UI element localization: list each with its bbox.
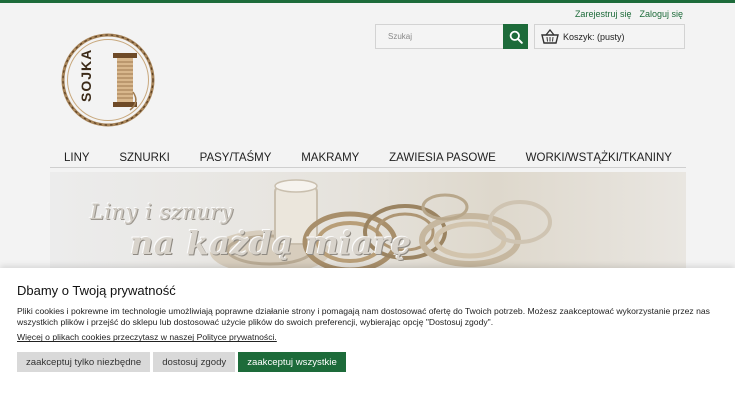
- nav-item-sznurki[interactable]: SZNURKI: [119, 152, 169, 164]
- cookie-consent-panel: Dbamy o Twoją prywatność Pliki cookies i…: [0, 268, 735, 413]
- logo-wordmark: SOJKA: [78, 48, 94, 102]
- cart-label: Koszyk: (pusty): [563, 31, 625, 42]
- search-icon: [509, 30, 523, 44]
- basket-icon: [541, 29, 559, 44]
- cookie-description: Pliki cookies i pokrewne im technologie …: [17, 306, 710, 327]
- nav-item-liny[interactable]: LINY: [64, 152, 90, 164]
- cookie-title: Dbamy o Twoją prywatność: [17, 283, 176, 298]
- customize-consent-button[interactable]: dostosuj zgody: [153, 352, 236, 373]
- nav-item-worki-wstazki-tkaniny[interactable]: WORKI/WSTĄŻKI/TKANINY: [526, 152, 672, 164]
- nav-item-makramy[interactable]: MAKRAMY: [301, 152, 359, 164]
- rope-spool-logo-icon: [61, 33, 155, 127]
- hero-banner[interactable]: Liny i sznury na każdą miarę: [50, 172, 686, 268]
- accept-necessary-button[interactable]: zaakceptuj tylko niezbędne: [17, 352, 151, 373]
- cookie-buttons: zaakceptuj tylko niezbędne dostosuj zgod…: [17, 352, 718, 373]
- nav-item-zawiesia-pasowe[interactable]: ZAWIESIA PASOWE: [389, 152, 496, 164]
- banner-headline-line2: na każdą miarę: [130, 224, 412, 262]
- banner-headline-line1: Liny i sznury: [90, 200, 234, 224]
- site-logo[interactable]: SOJKA: [60, 32, 156, 128]
- accept-all-button[interactable]: zaakceptuj wszystkie: [238, 352, 346, 373]
- login-link[interactable]: Zaloguj się: [639, 9, 683, 19]
- search-box: [375, 24, 528, 49]
- page: Zarejestruj się Zaloguj się SOJKA Szukaj…: [0, 0, 735, 413]
- register-link[interactable]: Zarejestruj się: [575, 9, 632, 19]
- top-accent-stripe: [0, 0, 735, 3]
- search-input[interactable]: [375, 24, 503, 49]
- account-links: Zarejestruj się Zaloguj się: [575, 9, 683, 19]
- cart-button[interactable]: Koszyk: (pusty): [534, 24, 685, 49]
- search-button[interactable]: [503, 24, 528, 49]
- main-nav: LINY SZNURKI PASY/TAŚMY MAKRAMY ZAWIESIA…: [50, 148, 686, 168]
- privacy-policy-link[interactable]: Więcej o plikach cookies przeczytasz w n…: [17, 332, 277, 342]
- nav-item-pasy-tasmy[interactable]: PASY/TAŚMY: [200, 152, 272, 164]
